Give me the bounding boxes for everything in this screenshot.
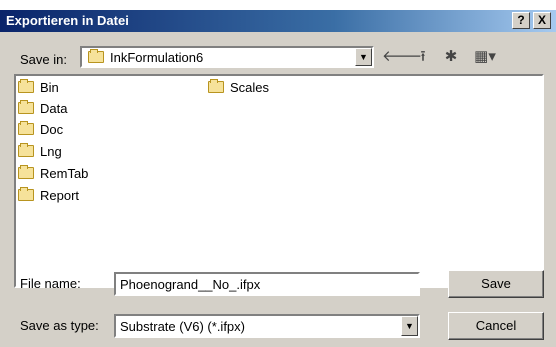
view-menu-icon[interactable]: ▦▾: [468, 47, 502, 67]
save-in-value: InkFormulation6: [110, 50, 204, 65]
list-item-label: Lng: [40, 144, 62, 159]
title-bar: Exportieren in Datei ? X: [0, 10, 556, 32]
list-item-label: Doc: [40, 122, 64, 137]
new-folder-icon[interactable]: ✱: [440, 47, 462, 67]
save-as-type-label: Save as type:: [20, 318, 99, 333]
folder-icon: [18, 143, 34, 157]
list-item-label: RemTab: [40, 166, 89, 181]
chevron-down-icon[interactable]: ▼: [401, 316, 418, 336]
folder-icon: [88, 49, 104, 63]
file-name-value: Phoenogrand__No_.ifpx: [120, 277, 261, 292]
folder-icon: [18, 187, 34, 201]
file-name-label: File name:: [20, 276, 81, 291]
folder-icon: [18, 79, 34, 93]
save-button[interactable]: Save: [448, 270, 544, 298]
folder-icon: [18, 165, 34, 179]
close-button[interactable]: X: [533, 12, 551, 29]
back-arrow-icon[interactable]: 🡐: [382, 47, 422, 67]
list-item-label: Report: [40, 188, 80, 203]
folder-icon: [208, 79, 224, 93]
list-item-label: Scales: [230, 80, 270, 95]
cancel-button[interactable]: Cancel: [448, 312, 544, 340]
save-as-type-dropdown[interactable]: Substrate (V6) (*.ifpx) ▼: [114, 314, 420, 338]
chevron-down-icon[interactable]: ▼: [355, 48, 372, 66]
file-list[interactable]: Bin Data Doc Lng RemTab Report Scales: [14, 74, 544, 288]
save-in-label: Save in:: [20, 52, 67, 67]
list-item-label: Data: [40, 101, 68, 116]
window-title: Exportieren in Datei: [6, 13, 129, 28]
folder-icon: [18, 100, 34, 114]
file-name-input[interactable]: Phoenogrand__No_.ifpx: [114, 272, 420, 296]
save-dialog: Save in: InkFormulation6 ▼ 🡐 ⭱ ✱ ▦▾ Bin …: [0, 32, 556, 347]
save-in-dropdown[interactable]: InkFormulation6 ▼: [80, 46, 374, 68]
list-item-label: Bin: [40, 80, 59, 95]
help-button[interactable]: ?: [512, 12, 530, 29]
up-folder-icon[interactable]: ⭱: [412, 47, 434, 67]
save-as-type-value: Substrate (V6) (*.ifpx): [120, 319, 245, 334]
folder-icon: [18, 121, 34, 135]
